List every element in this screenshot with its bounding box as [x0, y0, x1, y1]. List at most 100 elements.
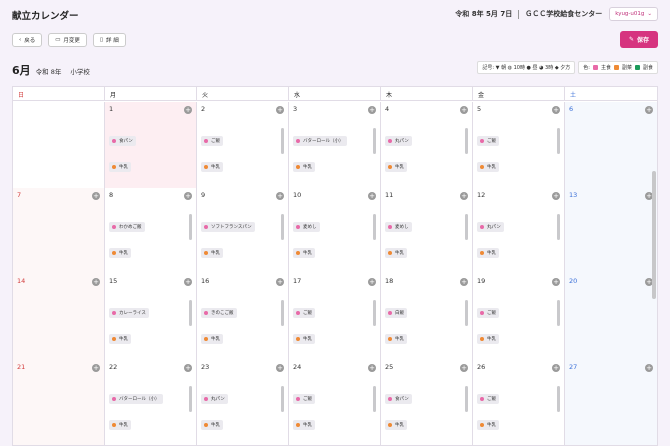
menu-item[interactable]: わかめご飯: [109, 222, 145, 232]
calendar-day-cell[interactable]: 1+食パン牛乳あじのフライ: [105, 102, 197, 198]
calendar-day-cell[interactable]: 9+ソフトフランスパン牛乳ハンバーグ: [197, 188, 289, 284]
menu-item[interactable]: 牛乳: [293, 334, 315, 344]
add-icon[interactable]: +: [368, 192, 376, 200]
add-icon[interactable]: +: [276, 364, 284, 372]
menu-item[interactable]: 牛乳: [477, 162, 499, 172]
menu-item[interactable]: 食パン: [109, 136, 136, 146]
menu-item[interactable]: ご飯: [477, 136, 499, 146]
save-button[interactable]: ✎ 保存: [620, 31, 658, 48]
add-icon[interactable]: +: [552, 192, 560, 200]
calendar-day-cell[interactable]: 21 +: [13, 360, 105, 445]
calendar-scrollbar[interactable]: [652, 171, 656, 299]
add-icon[interactable]: +: [184, 278, 192, 286]
add-icon[interactable]: +: [92, 278, 100, 286]
calendar-day-cell[interactable]: 13 +: [565, 188, 657, 274]
add-icon[interactable]: +: [276, 106, 284, 114]
cell-scrollbar[interactable]: [281, 214, 284, 240]
cell-scrollbar[interactable]: [465, 300, 468, 326]
cell-scrollbar[interactable]: [373, 214, 376, 240]
add-icon[interactable]: +: [368, 278, 376, 286]
cell-scrollbar[interactable]: [465, 214, 468, 240]
menu-item[interactable]: ご飯: [477, 308, 499, 318]
menu-item[interactable]: 白飯: [385, 308, 407, 318]
detail-button[interactable]: ▯ 詳 細: [92, 33, 126, 47]
menu-item[interactable]: 牛乳: [385, 334, 407, 344]
calendar-day-cell[interactable]: 26+ご飯牛乳八宝菜: [473, 360, 565, 445]
user-select[interactable]: kyug-u01g ⌄: [609, 7, 658, 21]
cell-scrollbar[interactable]: [373, 300, 376, 326]
menu-item[interactable]: きのこご飯: [201, 308, 237, 318]
cell-scrollbar[interactable]: [189, 214, 192, 240]
menu-item[interactable]: 牛乳: [293, 248, 315, 258]
cell-scrollbar[interactable]: [373, 386, 376, 412]
add-icon[interactable]: +: [368, 106, 376, 114]
calendar-day-cell[interactable]: 10+麦めし牛乳肉じゃが: [289, 188, 381, 284]
back-button[interactable]: ‹ 戻る: [12, 33, 43, 47]
add-icon[interactable]: +: [460, 278, 468, 286]
menu-item[interactable]: ご飯: [477, 394, 499, 404]
add-icon[interactable]: +: [460, 364, 468, 372]
menu-item[interactable]: バターロール（小）: [109, 394, 163, 404]
add-icon[interactable]: +: [645, 364, 653, 372]
calendar-day-cell[interactable]: 27 +: [565, 360, 657, 445]
calendar-day-cell[interactable]: 23+丸パン牛乳ハンバーグ: [197, 360, 289, 445]
menu-item[interactable]: ソフトフランスパン: [201, 222, 255, 232]
menu-item[interactable]: 丸パン: [385, 136, 412, 146]
menu-item[interactable]: 牛乳: [201, 248, 223, 258]
menu-item[interactable]: 食パン: [385, 394, 412, 404]
menu-item[interactable]: 牛乳: [201, 420, 223, 430]
calendar-day-cell[interactable]: 15+カレーライス牛乳りんご入りグリーンサラダ: [105, 274, 197, 370]
menu-item[interactable]: バターロール（小）: [293, 136, 347, 146]
calendar-day-cell[interactable]: 2+ご飯牛乳八宝菜: [197, 102, 289, 198]
calendar-day-cell[interactable]: 25+食パン牛乳あじのフライ: [381, 360, 473, 445]
calendar-day-cell[interactable]: 22+バターロール（小）牛乳ぶしーうどん: [105, 360, 197, 445]
add-icon[interactable]: +: [184, 364, 192, 372]
add-icon[interactable]: +: [184, 192, 192, 200]
calendar-day-cell[interactable]: 4+丸パン牛乳鶏肉のカレームニエル: [381, 102, 473, 198]
cell-scrollbar[interactable]: [373, 128, 376, 154]
cell-scrollbar[interactable]: [465, 386, 468, 412]
calendar-day-cell[interactable]: 16+きのこご飯牛乳さんまのしょうが煮: [197, 274, 289, 370]
menu-item[interactable]: 牛乳: [385, 162, 407, 172]
menu-item[interactable]: 麦めし: [385, 222, 412, 232]
menu-item[interactable]: 牛乳: [109, 334, 131, 344]
add-icon[interactable]: +: [276, 278, 284, 286]
add-icon[interactable]: +: [552, 364, 560, 372]
calendar-day-cell[interactable]: 5+ご飯牛乳まぐろの照り焼き: [473, 102, 565, 198]
calendar-day-cell[interactable]: 24+ご飯牛乳あんかけ卵焼き: [289, 360, 381, 445]
calendar-day-cell[interactable]: 12+丸パン牛乳イタリアンスープ: [473, 188, 565, 284]
menu-item[interactable]: 牛乳: [477, 334, 499, 344]
menu-item[interactable]: 牛乳: [477, 420, 499, 430]
menu-item[interactable]: 牛乳: [385, 420, 407, 430]
add-icon[interactable]: +: [552, 106, 560, 114]
add-icon[interactable]: +: [460, 192, 468, 200]
menu-item[interactable]: 牛乳: [385, 248, 407, 258]
menu-item[interactable]: 麦めし: [293, 222, 320, 232]
menu-item[interactable]: 牛乳: [477, 248, 499, 258]
calendar-day-cell[interactable]: 14 +: [13, 274, 105, 360]
add-icon[interactable]: +: [184, 106, 192, 114]
menu-item[interactable]: 牛乳: [109, 248, 131, 258]
cell-scrollbar[interactable]: [557, 214, 560, 240]
menu-item[interactable]: カレーライス: [109, 308, 149, 318]
calendar-day-cell[interactable]: [13, 102, 105, 188]
menu-item[interactable]: 牛乳: [293, 162, 315, 172]
calendar-day-cell[interactable]: 3+バターロール（小）牛乳カレーうどん: [289, 102, 381, 198]
menu-item[interactable]: 丸パン: [201, 394, 228, 404]
cell-scrollbar[interactable]: [557, 386, 560, 412]
calendar-day-cell[interactable]: 6 +: [565, 102, 657, 188]
cell-scrollbar[interactable]: [281, 300, 284, 326]
cell-scrollbar[interactable]: [281, 128, 284, 154]
menu-item[interactable]: ご飯: [293, 308, 315, 318]
cell-scrollbar[interactable]: [465, 128, 468, 154]
add-icon[interactable]: +: [645, 106, 653, 114]
cell-scrollbar[interactable]: [189, 300, 192, 326]
calendar-day-cell[interactable]: 7 +: [13, 188, 105, 274]
cell-scrollbar[interactable]: [557, 300, 560, 326]
add-icon[interactable]: +: [368, 364, 376, 372]
calendar-day-cell[interactable]: 11+麦めし牛乳麻婆豆腐: [381, 188, 473, 284]
cell-scrollbar[interactable]: [557, 128, 560, 154]
menu-item[interactable]: 牛乳: [201, 162, 223, 172]
add-icon[interactable]: +: [92, 192, 100, 200]
add-icon[interactable]: +: [276, 192, 284, 200]
